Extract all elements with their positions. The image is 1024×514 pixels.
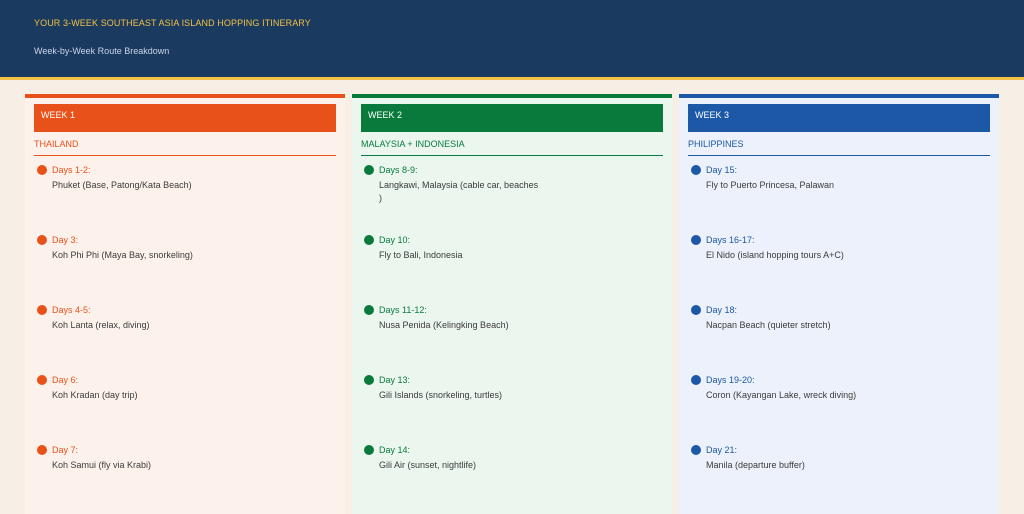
bullet-dot-icon xyxy=(37,445,47,455)
day-description: Koh Samui (fly via Krabi) xyxy=(52,460,152,470)
day-description: Manila (departure buffer) xyxy=(706,460,805,470)
week-1-region: THAILAND xyxy=(34,138,336,156)
week-2-region: MALAYSIA + INDONESIA xyxy=(361,138,663,156)
day-label: Day 7: xyxy=(52,445,79,455)
week-3-column: WEEK 3 PHILIPPINES Day 15: Fly to Puerto… xyxy=(679,94,999,514)
week-2-day-1: Days 8-9: Langkawi, Malaysia (cable car,… xyxy=(361,94,663,203)
week-3-day-5: Day 21: Manila (departure buffer) xyxy=(688,374,990,470)
week-2-day-5: Day 14: Gili Air (sunset, nightlife) xyxy=(361,374,663,470)
week-2-column: WEEK 2 MALAYSIA + INDONESIA Days 8-9: La… xyxy=(352,94,672,514)
day-label: Day 14: xyxy=(379,445,411,455)
week-3-day-4: Days 19-20: Coron (Kayangan Lake, wreck … xyxy=(688,304,990,400)
week-3-day-3: Day 18: Nacpan Beach (quieter stretch) xyxy=(688,234,990,330)
week-1-day-1: Days 1-2: Phuket (Base, Patong/Kata Beac… xyxy=(34,94,336,190)
week-1-day-4: Day 6: Koh Kradan (day trip) xyxy=(34,304,336,400)
week-2-day-2: Day 10: Fly to Bali, Indonesia xyxy=(361,164,663,260)
week-3-region: PHILIPPINES xyxy=(688,138,990,156)
week-1-day-5: Day 7: Koh Samui (fly via Krabi) xyxy=(34,374,336,470)
page-title: YOUR 3-WEEK SOUTHEAST ASIA ISLAND HOPPIN… xyxy=(34,18,311,28)
week-3-day-1: Day 15: Fly to Puerto Princesa, Palawan xyxy=(688,94,990,190)
bullet-dot-icon xyxy=(364,445,374,455)
week-1-day-3: Days 4-5: Koh Lanta (relax, diving) xyxy=(34,234,336,330)
page-header: YOUR 3-WEEK SOUTHEAST ASIA ISLAND HOPPIN… xyxy=(0,0,1024,80)
page-subtitle: Week-by-Week Route Breakdown xyxy=(34,46,170,56)
day-description: Gili Air (sunset, nightlife) xyxy=(379,460,477,470)
week-3-day-2: Days 16-17: El Nido (island hopping tour… xyxy=(688,164,990,260)
week-2-day-3: Days 11-12: Nusa Penida (Kelingking Beac… xyxy=(361,234,663,330)
week-2-day-4: Day 13: Gili Islands (snorkeling, turtle… xyxy=(361,304,663,400)
week-1-column: WEEK 1 THAILAND Days 1-2: Phuket (Base, … xyxy=(25,94,345,514)
day-label: Day 21: xyxy=(706,445,738,455)
week-1-day-2: Day 3: Koh Phi Phi (Maya Bay, snorkeling… xyxy=(34,164,336,260)
bullet-dot-icon xyxy=(691,445,701,455)
